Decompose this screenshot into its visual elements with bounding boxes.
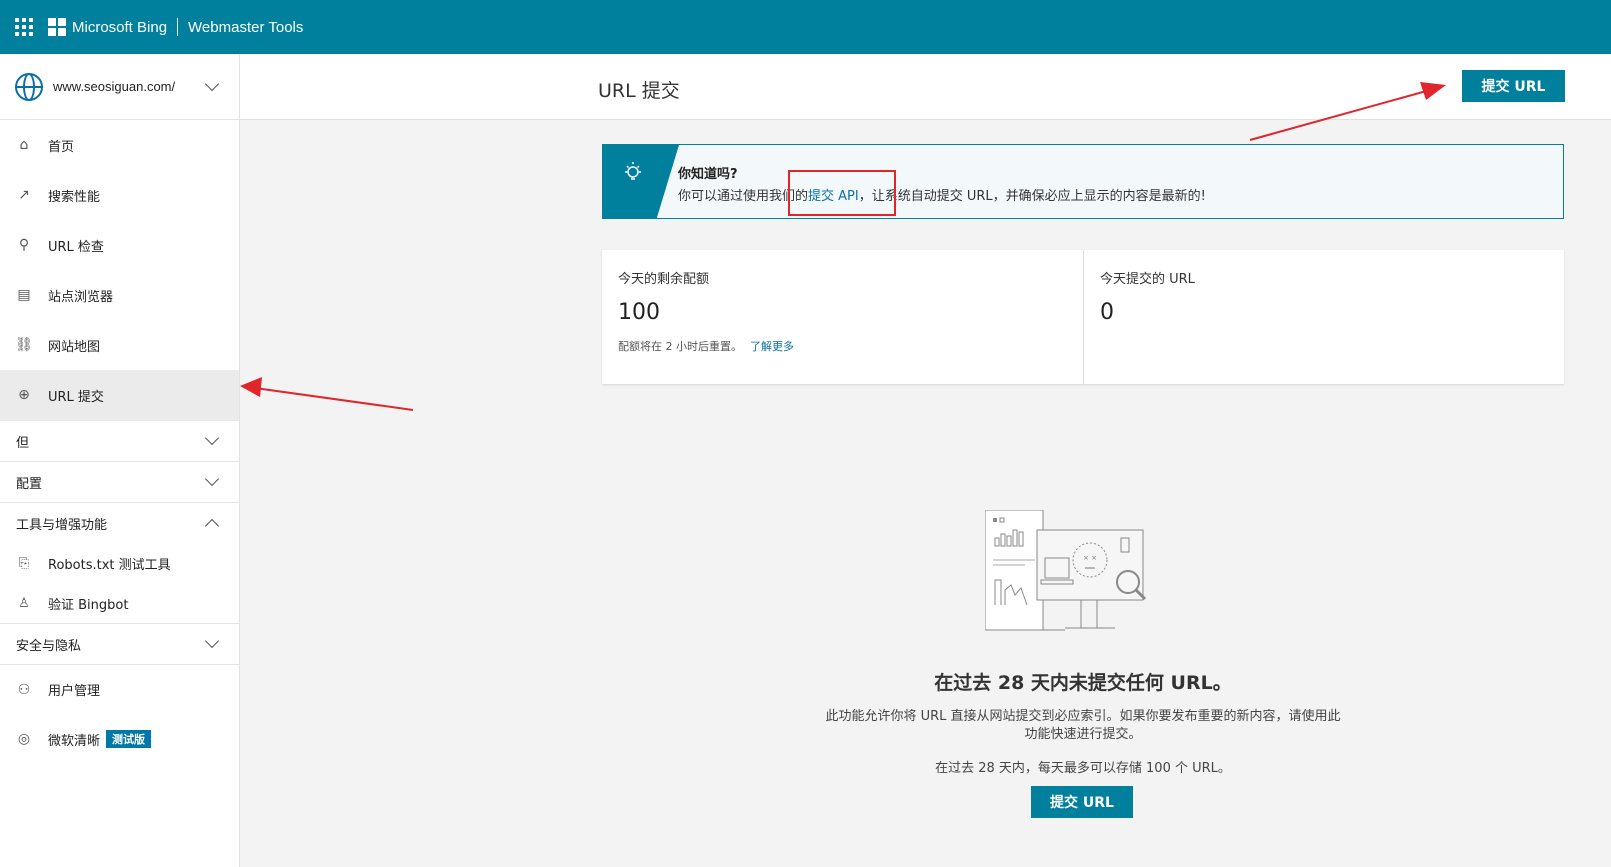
submit-url-button[interactable]: 提交 URL: [1462, 70, 1565, 102]
search-icon: ⚲: [18, 237, 30, 253]
globe-icon: ⊕: [18, 387, 30, 403]
quota-note: 配额将在 2 小时后重置。 了解更多: [618, 338, 794, 354]
home-icon: ⌂: [19, 137, 29, 153]
chevron-down-icon[interactable]: [204, 76, 220, 91]
sidebar-section-security[interactable]: 安全与隐私: [0, 623, 239, 664]
sidebar-item-robots-tester[interactable]: ⎘ Robots.txt 测试工具: [0, 543, 239, 583]
sidebar-section-1[interactable]: 但: [0, 420, 239, 461]
chevron-up-icon: [204, 518, 220, 534]
remaining-quota-card: 今天的剩余配额 100 配额将在 2 小时后重置。 了解更多: [602, 250, 1083, 384]
section-label: 配置: [16, 476, 43, 492]
sidebar: www.seosiguan.com/ ⌂ 首页 ↗ 搜索性能 ⚲ URL 检查 …: [0, 54, 240, 867]
clarity-icon: ◎: [17, 731, 31, 747]
svg-text:× ×: × ×: [1083, 554, 1097, 562]
sidebar-item-label: 验证 Bingbot: [48, 597, 129, 613]
empty-state-illustration: × ×: [985, 510, 1147, 631]
lightbulb-icon: [625, 162, 641, 180]
tip-banner: 你知道吗? 你可以通过使用我们的提交 API，让系统自动提交 URL，并确保必应…: [602, 144, 1564, 219]
sidebar-item-label: 网站地图: [48, 339, 101, 355]
user-icon: ⚇: [17, 681, 31, 698]
microsoft-logo-icon: [48, 18, 66, 36]
product-name[interactable]: Webmaster Tools: [188, 19, 303, 36]
chevron-down-icon: [204, 471, 220, 487]
arrow-to-sidebar-item: [240, 377, 414, 411]
submitted-urls-card: 今天提交的 URL 0: [1083, 250, 1564, 384]
tip-text-after: ，让系统自动提交 URL，并确保必应上显示的内容是最新的!: [858, 189, 1206, 204]
empty-state-submit-url-button[interactable]: 提交 URL: [1031, 786, 1133, 818]
empty-state-description: 此功能允许你将 URL 直接从网站提交到必应索引。如果你要发布重要的新内容，请使…: [825, 709, 1341, 742]
annotation-arrows: [240, 82, 1446, 411]
empty-state-title: 在过去 28 天内未提交任何 URL。: [934, 672, 1232, 694]
beta-badge: 测试版: [106, 730, 152, 748]
quota-value: 100: [618, 300, 660, 325]
highlight-box: [788, 170, 896, 216]
sidebar-item-label: Robots.txt 测试工具: [48, 557, 171, 573]
sidebar-item-verify-bingbot[interactable]: ♙ 验证 Bingbot: [0, 583, 239, 623]
sidebar-item-label: URL 提交: [48, 389, 104, 405]
globe-icon: [15, 72, 43, 101]
brand-divider: [177, 18, 179, 36]
top-bar: Microsoft Bing Webmaster Tools: [0, 0, 1611, 54]
sidebar-item-sitemaps[interactable]: ⛓ 网站地图: [0, 320, 239, 370]
empty-state-note: 在过去 28 天内，每天最多可以存储 100 个 URL。: [935, 761, 1231, 776]
sidebar-item-search-performance[interactable]: ↗ 搜索性能: [0, 170, 239, 220]
sidebar-item-label: 站点浏览器: [48, 289, 114, 305]
sidebar-section-configuration[interactable]: 配置: [0, 461, 239, 502]
sidebar-item-label: 用户管理: [48, 684, 101, 699]
site-url: www.seosiguan.com/: [53, 79, 176, 94]
sidebar-item-label: URL 检查: [48, 239, 104, 255]
site-selector[interactable]: www.seosiguan.com/: [0, 54, 239, 120]
quota-label: 今天的剩余配额: [618, 272, 710, 287]
sidebar-item-microsoft-clarity[interactable]: ◎ 微软清晰 测试版: [0, 714, 239, 764]
chevron-down-icon: [204, 633, 220, 649]
section-label: 但: [16, 435, 30, 451]
sitemap-icon: ⛓: [15, 337, 33, 353]
sidebar-item-site-explorer[interactable]: ▤ 站点浏览器: [0, 270, 239, 320]
sidebar-item-user-management[interactable]: ⚇ 用户管理: [0, 664, 239, 714]
chevron-down-icon: [204, 430, 220, 446]
submitted-value: 0: [1100, 300, 1114, 325]
tip-body: 你可以通过使用我们的提交 API，让系统自动提交 URL，并确保必应上显示的内容…: [678, 185, 1206, 204]
bot-icon: ♙: [18, 595, 30, 611]
sidebar-item-url-submission[interactable]: ⊕ URL 提交: [0, 370, 239, 420]
tip-title: 你知道吗?: [678, 167, 738, 182]
code-file-icon: ⎘: [18, 555, 30, 571]
section-label: 工具与增强功能: [16, 517, 108, 533]
page-title: URL 提交: [598, 80, 680, 102]
brand-name[interactable]: Microsoft Bing: [72, 19, 167, 36]
document-icon: ▤: [17, 287, 31, 303]
sidebar-section-tools[interactable]: 工具与增强功能: [0, 502, 239, 543]
app-launcher-icon[interactable]: [15, 18, 33, 36]
sidebar-item-label: 搜索性能: [48, 189, 101, 205]
page-header: URL 提交: [240, 54, 1611, 120]
stats-panel: 今天的剩余配额 100 配额将在 2 小时后重置。 了解更多 今天提交的 URL …: [602, 250, 1564, 384]
trend-icon: ↗: [18, 187, 30, 203]
quota-note-text: 配额将在 2 小时后重置。: [618, 340, 742, 353]
sidebar-item-label: 微软清晰: [48, 733, 101, 749]
sidebar-item-label: 首页: [48, 139, 75, 155]
submitted-label: 今天提交的 URL: [1100, 272, 1195, 287]
learn-more-link[interactable]: 了解更多: [750, 340, 794, 353]
sidebar-item-url-inspection[interactable]: ⚲ URL 检查: [0, 220, 239, 270]
section-label: 安全与隐私: [16, 638, 82, 654]
sidebar-item-home[interactable]: ⌂ 首页: [0, 120, 239, 170]
